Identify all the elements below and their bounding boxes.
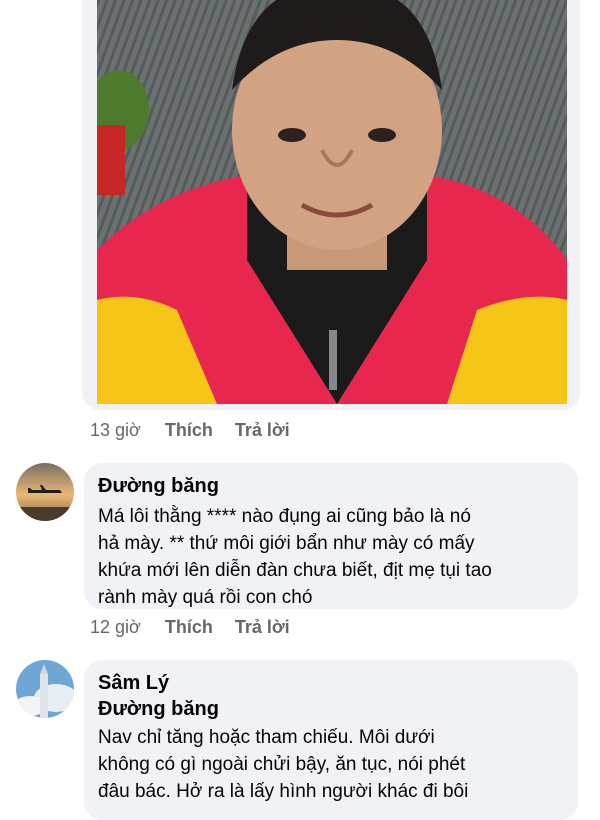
comment-bubble-1: Đường băng Má lôi thằng **** nào đụng ai…: [84, 463, 578, 609]
comment-author[interactable]: Đường băng: [98, 473, 564, 499]
like-button[interactable]: Thích: [165, 420, 213, 441]
comment-time: 13 giờ: [90, 419, 141, 440]
tower-avatar-icon: [16, 660, 74, 718]
avatar-tower[interactable]: [16, 660, 74, 718]
avatar-airplane[interactable]: [16, 463, 74, 521]
like-button[interactable]: Thích: [165, 617, 213, 638]
comment-photo[interactable]: [97, 0, 567, 404]
profile-photo-icon: [97, 0, 567, 404]
comment-text: Nav chỉ tăng hoặc tham chiếu. Môi dưới k…: [98, 727, 469, 802]
comment-actions-2: 12 giờ Thích Trả lời: [90, 614, 312, 640]
comment-time: 12 giờ: [90, 616, 141, 637]
mention-tag[interactable]: Đường băng: [98, 696, 564, 722]
reply-button[interactable]: Trả lời: [235, 420, 290, 441]
comment-text: Má lôi thằng **** nào đụng ai cũng bảo l…: [98, 506, 492, 608]
reply-button[interactable]: Trả lời: [235, 617, 290, 638]
comment-author[interactable]: Sâm Lý: [98, 670, 564, 696]
airplane-avatar-icon: [16, 463, 74, 521]
comment-actions-1: 13 giờ Thích Trả lời: [90, 417, 312, 443]
comment-bubble-2: Sâm Lý Đường băng Nav chỉ tăng hoặc tham…: [84, 660, 578, 820]
